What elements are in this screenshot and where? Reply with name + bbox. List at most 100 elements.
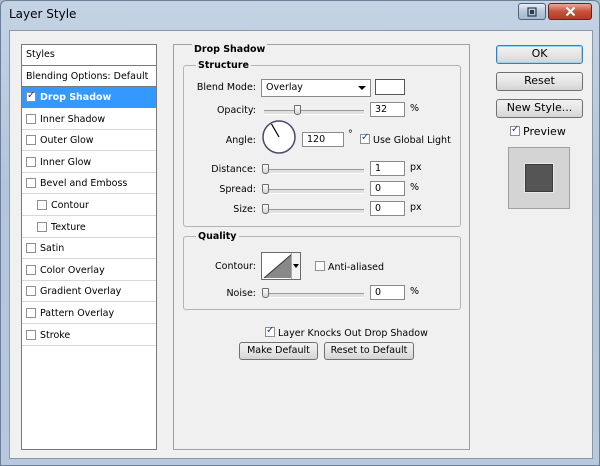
anti-aliased-label: Anti-aliased	[328, 262, 385, 273]
distance-unit: px	[410, 162, 422, 173]
drop-shadow-panel: Drop Shadow Structure Blend Mode: Overla…	[173, 44, 470, 450]
styles-list: Styles Blending Options: Default Drop Sh…	[21, 44, 157, 450]
noise-unit: %	[410, 286, 420, 297]
opacity-field[interactable]: 32	[370, 102, 405, 117]
blend-mode-select[interactable]: Overlay	[261, 79, 371, 97]
make-default-button[interactable]: Make Default	[239, 342, 318, 360]
blending-options-item[interactable]: Blending Options: Default	[22, 66, 156, 87]
help-icon	[527, 6, 537, 17]
opacity-unit: %	[410, 103, 420, 114]
structure-title: Structure	[196, 60, 251, 71]
style-item-label: Contour	[51, 200, 89, 211]
spread-label: Spread:	[219, 184, 256, 195]
style-item-stroke[interactable]: Stroke	[22, 325, 156, 346]
spread-slider-track[interactable]	[264, 189, 364, 194]
size-slider-thumb[interactable]	[262, 204, 269, 214]
opacity-slider-track[interactable]	[264, 110, 364, 115]
noise-slider-track[interactable]	[264, 293, 364, 298]
contour-picker[interactable]	[261, 252, 301, 280]
contour-label: Contour:	[215, 261, 256, 272]
style-item-label: Pattern Overlay	[40, 308, 115, 319]
quality-group: Quality Contour: Anti-aliased Noise: 0 %	[183, 231, 461, 310]
use-global-light-checkbox[interactable]: Use Global Light	[360, 132, 451, 146]
quality-title: Quality	[196, 231, 239, 242]
style-item-inner-shadow[interactable]: Inner Shadow	[22, 109, 156, 130]
size-field[interactable]: 0	[370, 201, 405, 216]
style-item-checkbox[interactable]	[26, 243, 36, 254]
style-item-checkbox[interactable]	[26, 90, 36, 102]
blend-mode-value: Overlay	[266, 82, 303, 93]
chevron-down-icon	[293, 264, 299, 268]
structure-group: Structure Blend Mode: Overlay Opacity: 3…	[183, 60, 461, 227]
title-bar[interactable]: Layer Style	[1, 1, 599, 27]
style-item-checkbox[interactable]	[26, 156, 36, 167]
reset-button[interactable]: Reset	[496, 72, 583, 91]
style-item-checkbox[interactable]	[26, 329, 36, 340]
style-item-checkbox[interactable]	[37, 221, 47, 232]
style-item-label: Inner Glow	[40, 156, 92, 168]
contour-dropdown[interactable]	[291, 253, 300, 279]
close-button[interactable]	[548, 3, 592, 20]
style-item-label: Color Overlay	[40, 264, 105, 276]
preview-swatch	[525, 164, 553, 192]
blend-mode-label: Blend Mode:	[196, 82, 256, 93]
style-item-checkbox[interactable]	[26, 113, 36, 124]
close-icon	[565, 6, 575, 17]
spread-slider-thumb[interactable]	[262, 184, 269, 194]
style-item-checkbox[interactable]	[26, 286, 36, 297]
preview-check	[510, 124, 520, 136]
style-item-label: Bevel and Emboss	[40, 178, 128, 190]
style-item-color-overlay[interactable]: Color Overlay	[22, 260, 156, 281]
style-item-inner-glow[interactable]: Inner Glow	[22, 152, 156, 173]
reset-to-default-button[interactable]: Reset to Default	[324, 342, 414, 360]
angle-field[interactable]: 120	[302, 132, 344, 147]
style-item-label: Gradient Overlay	[40, 286, 122, 298]
style-preview	[508, 147, 570, 209]
new-style-button[interactable]: New Style...	[496, 99, 583, 118]
style-item-label: Satin	[40, 243, 65, 255]
section-title: Drop Shadow	[192, 44, 268, 55]
style-item-drop-shadow[interactable]: Drop Shadow	[22, 87, 156, 108]
style-item-texture[interactable]: Texture	[22, 217, 156, 238]
style-item-checkbox[interactable]	[26, 264, 36, 275]
angle-dial[interactable]	[261, 119, 297, 155]
preview-label: Preview	[523, 125, 566, 138]
style-item-label: Outer Glow	[40, 135, 94, 147]
spread-field[interactable]: 0	[370, 181, 405, 196]
noise-label: Noise:	[226, 288, 256, 299]
spread-unit: %	[410, 182, 420, 193]
preview-checkbox[interactable]: Preview	[510, 124, 566, 138]
noise-field[interactable]: 0	[370, 285, 405, 300]
style-item-checkbox[interactable]	[37, 200, 47, 210]
size-unit: px	[410, 202, 422, 213]
opacity-label: Opacity:	[216, 105, 256, 116]
distance-slider-thumb[interactable]	[262, 164, 269, 174]
styles-header[interactable]: Styles	[22, 45, 156, 66]
help-button[interactable]	[518, 3, 546, 20]
use-global-light-check	[360, 132, 370, 144]
distance-label: Distance:	[211, 164, 256, 175]
ok-button[interactable]: OK	[496, 45, 583, 64]
style-item-checkbox[interactable]	[26, 135, 36, 146]
style-item-bevel-and-emboss[interactable]: Bevel and Emboss	[22, 173, 156, 195]
anti-aliased-checkbox[interactable]: Anti-aliased	[315, 260, 384, 273]
knockout-check	[265, 325, 275, 337]
style-item-outer-glow[interactable]: Outer Glow	[22, 130, 156, 152]
style-item-pattern-overlay[interactable]: Pattern Overlay	[22, 303, 156, 324]
opacity-slider-thumb[interactable]	[294, 105, 301, 115]
size-slider-track[interactable]	[264, 209, 364, 214]
noise-slider-thumb[interactable]	[262, 288, 269, 298]
style-item-checkbox[interactable]	[26, 178, 36, 189]
style-item-gradient-overlay[interactable]: Gradient Overlay	[22, 281, 156, 303]
style-item-contour[interactable]: Contour	[22, 195, 156, 216]
anti-aliased-check	[315, 261, 325, 271]
distance-field[interactable]: 1	[370, 161, 405, 176]
style-item-checkbox[interactable]	[26, 308, 36, 318]
style-item-label: Stroke	[40, 329, 71, 341]
distance-slider-track[interactable]	[264, 169, 364, 174]
style-item-satin[interactable]: Satin	[22, 238, 156, 260]
shadow-color-swatch[interactable]	[375, 79, 405, 95]
knockout-checkbox[interactable]: Layer Knocks Out Drop Shadow	[265, 325, 428, 339]
layer-style-dialog: Layer Style Styles Blending Options: Def…	[0, 0, 600, 466]
window-title: Layer Style	[9, 7, 77, 21]
